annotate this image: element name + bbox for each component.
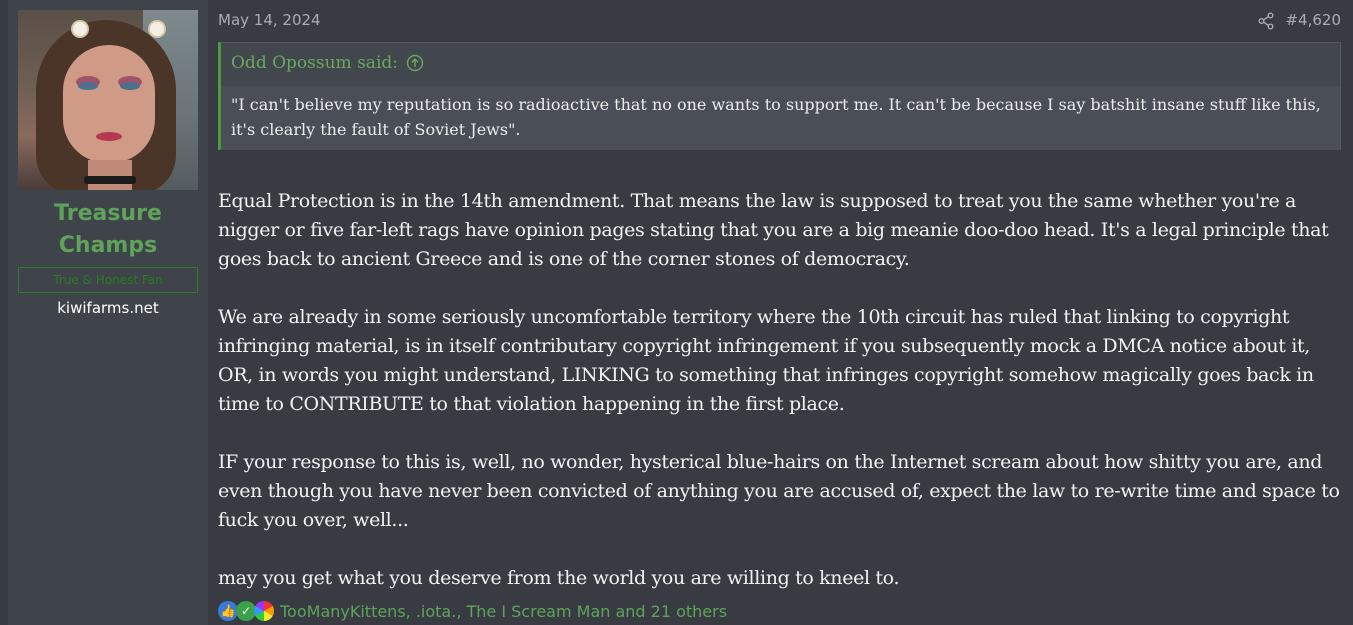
post-paragraph: may you get what you deserve from the wo… <box>218 567 900 589</box>
post-paragraph: We are already in some seriously uncomfo… <box>218 306 1314 415</box>
forum-post: Treasure Champs True & Honest Fan kiwifa… <box>0 0 1353 625</box>
post-body: Equal Protection is in the 14th amendmen… <box>218 187 1343 593</box>
quote-text: "I can't believe my reputation is so rad… <box>221 86 1340 150</box>
reactions-bar[interactable]: 👍 ✓ TooManyKittens, .iota., The I Scream… <box>218 600 727 622</box>
username[interactable]: Treasure Champs <box>8 198 208 262</box>
quote-header[interactable]: Odd Opossum said: <box>231 53 424 73</box>
user-title-badge: True & Honest Fan <box>18 267 198 293</box>
user-sidebar: Treasure Champs True & Honest Fan kiwifa… <box>8 0 208 625</box>
username-line1: Treasure <box>54 201 162 226</box>
avatar[interactable] <box>18 10 198 190</box>
like-icon: 👍 <box>218 601 238 621</box>
check-icon: ✓ <box>236 601 256 621</box>
username-line2: Champs <box>58 233 158 258</box>
post-paragraph: IF your response to this is, well, no wo… <box>218 451 1340 531</box>
user-site: kiwifarms.net <box>57 299 159 317</box>
quote-block: Odd Opossum said: "I can't believe my re… <box>218 42 1341 150</box>
post-paragraph: Equal Protection is in the 14th amendmen… <box>218 190 1329 270</box>
arrow-up-circle-icon[interactable] <box>406 54 424 72</box>
reaction-names[interactable]: TooManyKittens, .iota., The I Scream Man… <box>280 602 727 621</box>
quote-author[interactable]: Odd Opossum said: <box>231 53 398 73</box>
post-date[interactable]: May 14, 2024 <box>218 11 321 29</box>
post-main: May 14, 2024 #4,620 Odd Opossum said: "I… <box>218 0 1343 625</box>
post-number[interactable]: #4,620 <box>1285 11 1341 29</box>
share-icon[interactable] <box>1257 12 1275 30</box>
rainbow-icon <box>254 601 274 621</box>
